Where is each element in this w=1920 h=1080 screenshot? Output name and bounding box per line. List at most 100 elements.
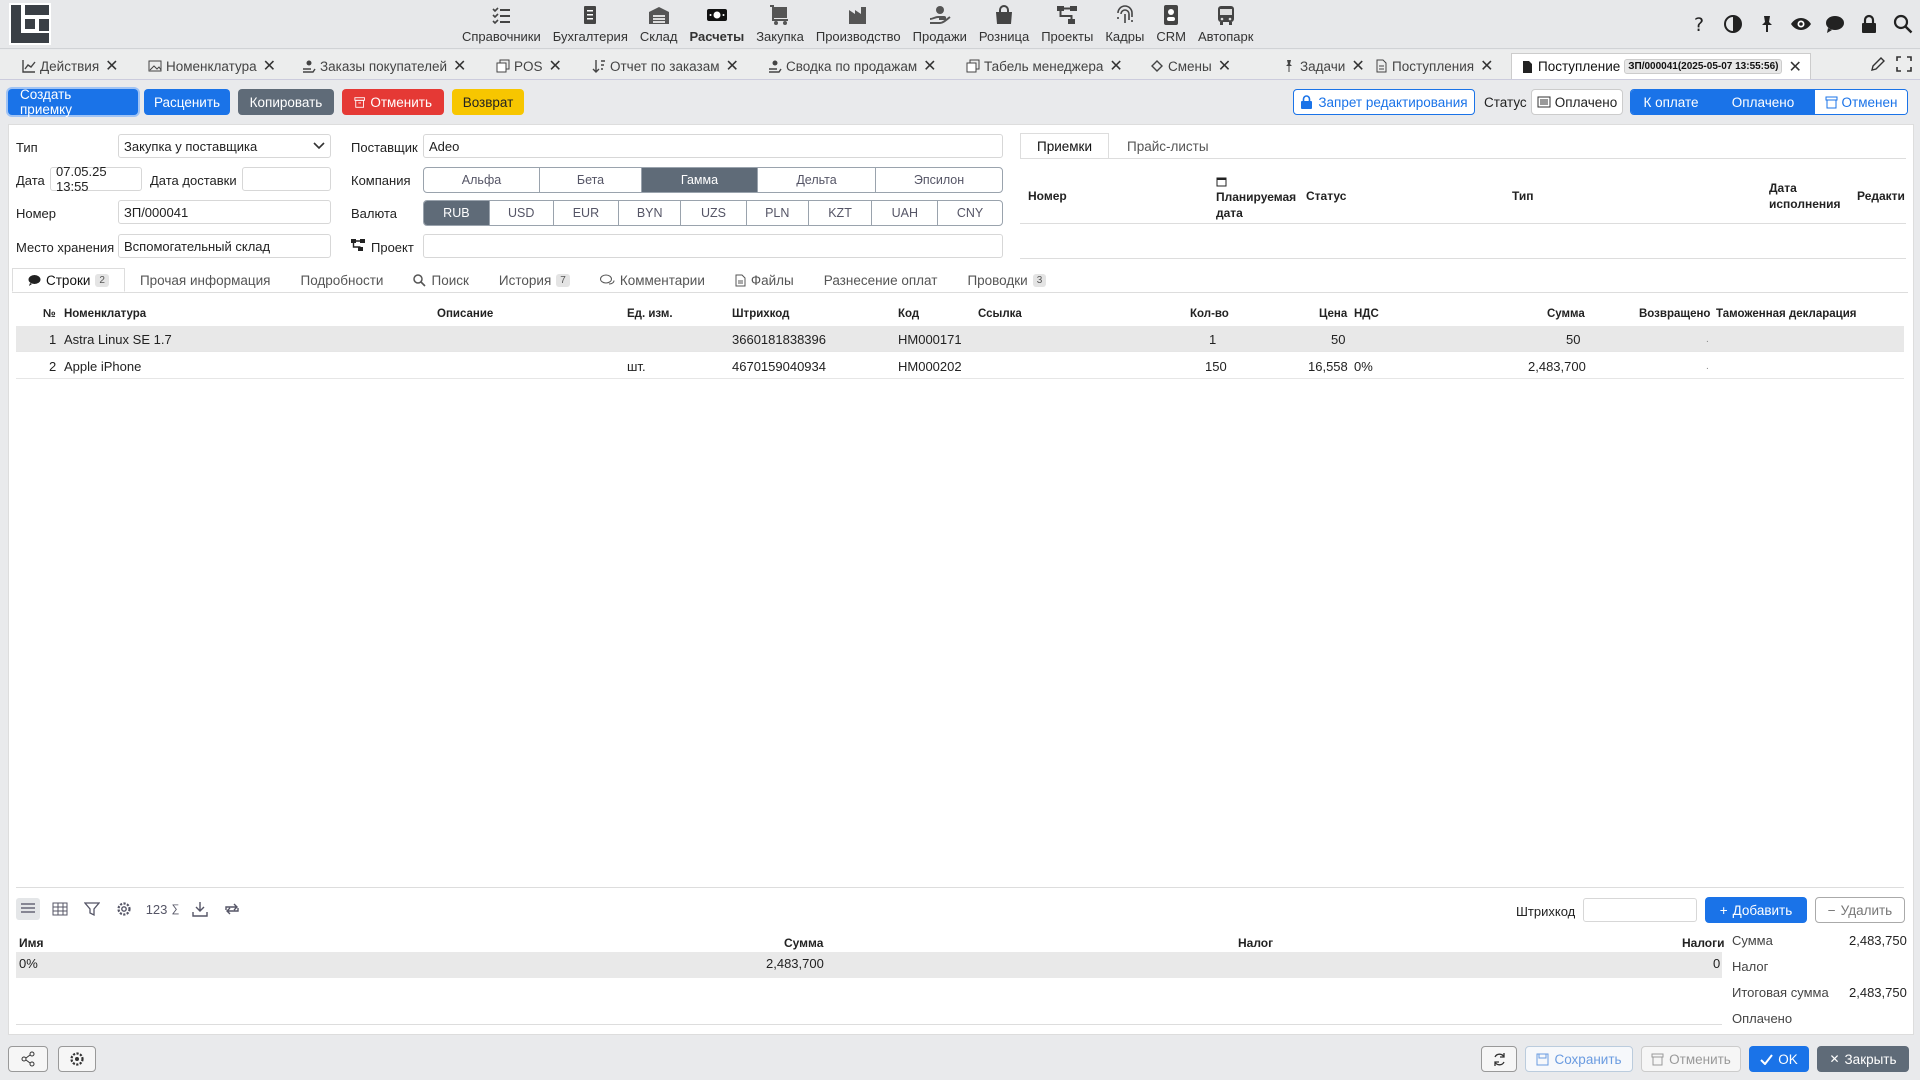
subtab-postings[interactable]: Проводки 3 xyxy=(952,268,1061,292)
list-view-icon[interactable] xyxy=(16,898,40,920)
nav-sales[interactable]: Продажи xyxy=(907,0,973,48)
close-button[interactable]: ✕ Закрыть xyxy=(1817,1046,1909,1072)
search-icon[interactable] xyxy=(1890,12,1916,36)
close-icon[interactable]: ✕ xyxy=(1480,56,1493,76)
nav-directories[interactable]: Справочники xyxy=(456,0,547,48)
subtab-comments[interactable]: Комментарии xyxy=(585,268,720,292)
currency-option-pln[interactable]: PLN xyxy=(747,201,809,225)
grid-view-icon[interactable] xyxy=(48,898,72,920)
return-button[interactable]: Возврат xyxy=(452,89,524,115)
lock-icon[interactable] xyxy=(1856,12,1882,36)
nav-purchase[interactable]: Закупка xyxy=(750,0,810,48)
company-option-alpha[interactable]: Альфа xyxy=(424,168,540,192)
tab-nomenclature[interactable]: Номенклатура ✕ xyxy=(148,53,276,79)
close-icon[interactable]: ✕ xyxy=(549,56,562,76)
edit-lock-button[interactable]: Запрет редактирования xyxy=(1293,89,1475,115)
table-row[interactable]: 2 Apple iPhone шт. 4670159040934 НМ00020… xyxy=(16,353,1904,379)
status-cancelled[interactable]: Отменен xyxy=(1815,90,1907,114)
subtab-search[interactable]: Поиск xyxy=(398,268,483,292)
close-icon[interactable]: ✕ xyxy=(1788,57,1801,77)
currency-option-kzt[interactable]: KZT xyxy=(809,201,873,225)
settings-icon[interactable] xyxy=(112,898,136,920)
nav-crm[interactable]: CRM xyxy=(1150,0,1192,48)
save-button[interactable]: Сохранить xyxy=(1525,1046,1633,1072)
nav-payments[interactable]: Расчеты xyxy=(683,0,750,48)
app-logo[interactable] xyxy=(8,2,52,46)
col-returned[interactable]: Возвращено xyxy=(1639,308,1710,320)
storage-field[interactable]: Вспомогательный склад xyxy=(118,234,331,258)
pin-icon[interactable] xyxy=(1754,12,1780,36)
subtab-files[interactable]: Файлы xyxy=(720,268,809,292)
currency-option-uzs[interactable]: UZS xyxy=(681,201,747,225)
number-field[interactable]: ЗП/000041 xyxy=(118,200,331,224)
tab-receipts[interactable]: Поступления ✕ xyxy=(1374,53,1493,79)
col-item[interactable]: Номенклатура xyxy=(64,308,146,320)
copy-button[interactable]: Копировать xyxy=(238,89,334,115)
currency-option-eur[interactable]: EUR xyxy=(554,201,620,225)
col-description[interactable]: Описание xyxy=(437,308,493,320)
nav-projects[interactable]: Проекты xyxy=(1035,0,1099,48)
subtab-details[interactable]: Подробности xyxy=(286,268,399,292)
share-button[interactable] xyxy=(8,1046,48,1072)
nav-hr[interactable]: Кадры xyxy=(1099,0,1150,48)
ok-button[interactable]: OK xyxy=(1749,1046,1809,1072)
reprice-button[interactable]: Расценить xyxy=(144,89,230,115)
project-field[interactable] xyxy=(423,234,1003,258)
nav-warehouse[interactable]: Склад xyxy=(634,0,684,48)
tab-shifts[interactable]: Смены ✕ xyxy=(1150,53,1231,79)
tab-price-lists[interactable]: Прайс-листы xyxy=(1111,133,1225,159)
delete-line-button[interactable]: − Удалить xyxy=(1815,897,1905,923)
status-paid[interactable]: Оплачено xyxy=(1711,90,1815,114)
tax-summary-row[interactable]: 0% 2,483,700 0 xyxy=(16,952,1722,978)
close-icon[interactable]: ✕ xyxy=(453,56,466,76)
reload-button[interactable] xyxy=(1481,1046,1517,1072)
settings-button[interactable] xyxy=(58,1046,96,1072)
help-icon[interactable]: ? xyxy=(1686,12,1712,36)
subtab-lines[interactable]: Строки 2 xyxy=(12,268,125,292)
tab-actions[interactable]: Действия ✕ xyxy=(22,53,119,79)
close-icon[interactable]: ✕ xyxy=(1351,56,1364,76)
tab-order-report[interactable]: Отчет по заказам ✕ xyxy=(592,53,739,79)
col-sum[interactable]: Сумма xyxy=(1547,308,1585,320)
nav-fleet[interactable]: Автопарк xyxy=(1192,0,1260,48)
tab-receipts-list[interactable]: Приемки xyxy=(1020,133,1109,159)
col-price[interactable]: Цена xyxy=(1319,308,1347,320)
close-icon[interactable]: ✕ xyxy=(1109,56,1122,76)
col-link[interactable]: Ссылка xyxy=(978,308,1022,320)
nav-accounting[interactable]: Бухгалтерия xyxy=(547,0,634,48)
close-icon[interactable]: ✕ xyxy=(923,56,936,76)
barcode-input[interactable] xyxy=(1583,898,1697,922)
currency-option-cny[interactable]: CNY xyxy=(938,201,1002,225)
close-icon[interactable]: ✕ xyxy=(1218,56,1231,76)
tab-tasks[interactable]: Задачи ✕ xyxy=(1282,53,1365,79)
col-unit[interactable]: Ед. изм. xyxy=(627,308,673,320)
currency-option-usd[interactable]: USD xyxy=(490,201,554,225)
tab-manager-timesheet[interactable]: Табель менеджера ✕ xyxy=(966,53,1123,79)
company-option-delta[interactable]: Дельта xyxy=(758,168,876,192)
fullscreen-icon[interactable] xyxy=(1896,56,1912,72)
currency-option-uah[interactable]: UAH xyxy=(872,201,939,225)
close-icon[interactable]: ✕ xyxy=(105,56,118,76)
col-no[interactable]: № xyxy=(43,308,56,320)
totals-toggle-icon[interactable]: 123 ∑ xyxy=(144,898,180,920)
tab-receipt-current[interactable]: Поступление ЗП/000041(2025-05-07 13:55:56… xyxy=(1511,53,1811,79)
filter-icon[interactable] xyxy=(80,898,104,920)
create-receipt-button[interactable]: Создать приемку xyxy=(8,87,138,117)
table-row[interactable]: 1 Astra Linux SE 1.7 3660181838396 НМ000… xyxy=(16,326,1904,352)
cancel-document-button[interactable]: Отменить xyxy=(342,89,444,115)
currency-option-byn[interactable]: BYN xyxy=(619,201,682,225)
contrast-icon[interactable] xyxy=(1720,12,1746,36)
col-barcode[interactable]: Штрихкод xyxy=(732,308,789,320)
cancel-button[interactable]: Отменить xyxy=(1641,1046,1741,1072)
nav-retail[interactable]: Розница xyxy=(973,0,1035,48)
col-code[interactable]: Код xyxy=(898,308,919,320)
supplier-field[interactable]: Adeo xyxy=(423,134,1003,158)
col-customs[interactable]: Таможенная декларация xyxy=(1716,308,1857,320)
subtab-other-info[interactable]: Прочая информация xyxy=(125,268,286,292)
download-icon[interactable] xyxy=(188,898,212,920)
subtab-history[interactable]: История 7 xyxy=(484,268,585,292)
eye-icon[interactable] xyxy=(1788,12,1814,36)
delivery-date-field[interactable] xyxy=(242,167,331,191)
col-vat[interactable]: НДС xyxy=(1354,308,1379,320)
tab-pos[interactable]: POS ✕ xyxy=(496,53,562,79)
